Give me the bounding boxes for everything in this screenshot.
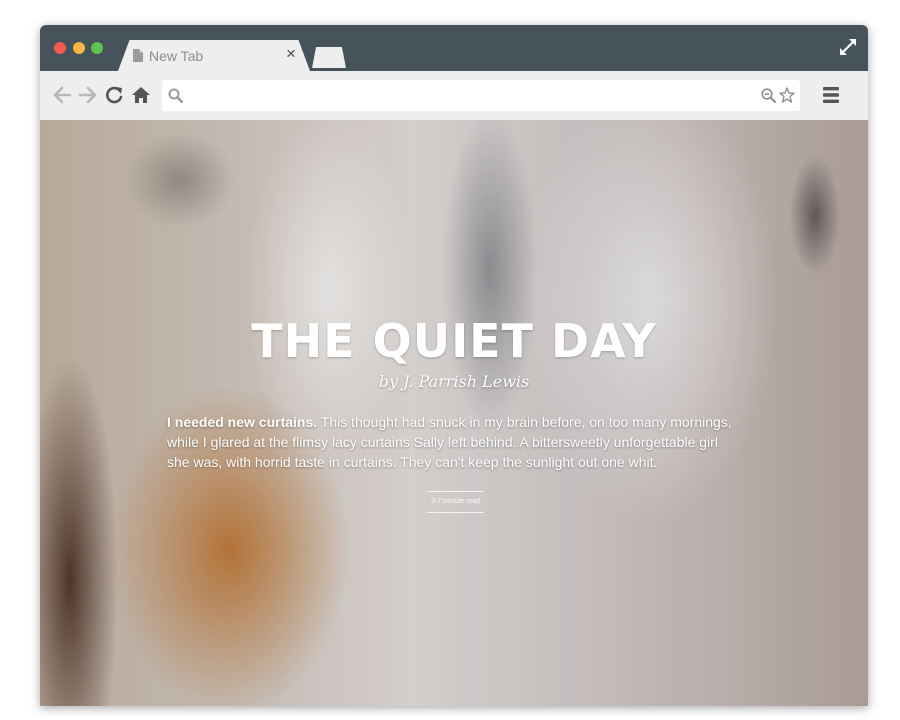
forward-arrow-icon[interactable]: [78, 85, 98, 105]
search-icon: [168, 88, 183, 103]
fullscreen-icon[interactable]: [838, 37, 858, 57]
toolbar: [40, 71, 868, 120]
address-input[interactable]: [188, 80, 752, 113]
tab-title: New Tab: [149, 48, 204, 64]
minimize-window-button[interactable]: [73, 42, 85, 54]
document-icon: [133, 49, 143, 62]
zoom-out-icon[interactable]: [761, 88, 776, 103]
star-icon[interactable]: [779, 87, 795, 103]
close-tab-icon[interactable]: ×: [286, 44, 296, 64]
article-byline: by J. Parrish Lewis: [378, 372, 530, 391]
reload-icon[interactable]: [105, 85, 125, 105]
article-title: THE QUIET DAY: [251, 314, 657, 368]
zoom-window-button[interactable]: [91, 42, 103, 54]
close-window-button[interactable]: [54, 42, 66, 54]
intro-lead: I needed new curtains.: [167, 414, 318, 430]
address-bar[interactable]: [162, 80, 800, 113]
article-hero: THE QUIET DAY by J. Parrish Lewis I need…: [40, 120, 868, 706]
page-viewport: THE QUIET DAY by J. Parrish Lewis I need…: [40, 120, 868, 706]
read-time-label: 3-7 minute read: [427, 491, 484, 513]
article-intro: I needed new curtains. This thought had …: [167, 412, 742, 472]
tab-new-tab[interactable]: New Tab ×: [118, 40, 310, 71]
home-icon[interactable]: [131, 85, 151, 105]
browser-window: New Tab × THE QUIET DAY by J. Parrish Le…: [40, 25, 868, 706]
hamburger-menu-icon[interactable]: [823, 86, 839, 104]
back-arrow-icon[interactable]: [52, 85, 72, 105]
title-bar: New Tab ×: [40, 25, 868, 71]
new-tab-button[interactable]: [312, 47, 346, 68]
